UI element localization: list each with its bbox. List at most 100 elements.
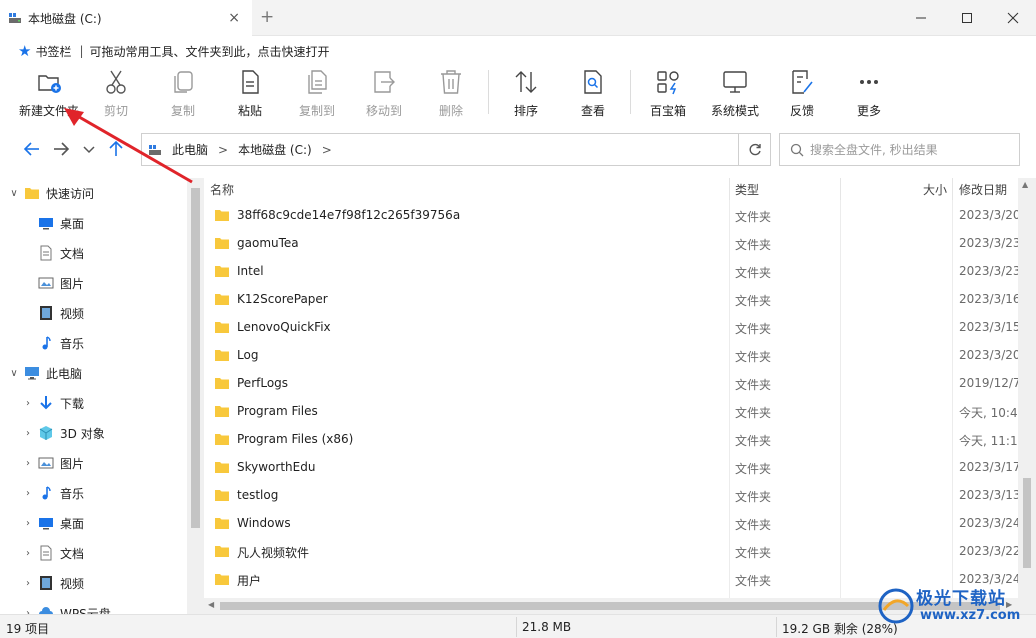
sidebar-item-pictures-pc[interactable]: › 图片 xyxy=(22,448,84,478)
sidebar-item-label: 快速访问 xyxy=(46,186,95,201)
up-button[interactable] xyxy=(106,139,126,159)
column-size[interactable]: 大小 xyxy=(923,181,947,198)
tab-close-icon[interactable]: × xyxy=(228,10,240,26)
refresh-button[interactable] xyxy=(738,134,770,165)
table-row[interactable]: 凡人视频软件 文件夹 2023/3/22 xyxy=(204,537,1036,565)
tab-local-disk-c[interactable]: 本地磁盘 (C:) × xyxy=(0,0,252,36)
table-row[interactable]: Windows 文件夹 2023/3/24 xyxy=(204,509,1036,537)
sidebar-item-3d-objects[interactable]: › 3D 对象 xyxy=(22,418,105,448)
copy-icon xyxy=(174,71,193,93)
copy-button[interactable]: 复制 xyxy=(150,68,216,120)
sidebar-item-documents[interactable]: 文档 xyxy=(22,238,84,268)
chevron-down-icon[interactable]: ∨ xyxy=(8,188,20,199)
history-dropdown[interactable] xyxy=(79,139,99,159)
bookmark-bar-label[interactable]: 书签栏 xyxy=(35,43,71,60)
file-name: PerfLogs xyxy=(237,376,289,390)
sidebar-item-documents-pc[interactable]: › 文档 xyxy=(22,538,84,568)
system-mode-button[interactable]: 系统模式 xyxy=(702,68,768,120)
table-row[interactable]: gaomuTea 文件夹 2023/3/23 xyxy=(204,229,1036,257)
file-name: Program Files xyxy=(237,404,318,418)
maximize-button[interactable] xyxy=(944,0,990,36)
table-row[interactable]: Log 文件夹 2023/3/20 xyxy=(204,341,1036,369)
delete-button[interactable]: 删除 xyxy=(418,68,484,120)
chevron-right-icon[interactable]: › xyxy=(22,458,34,469)
paste-icon xyxy=(242,70,259,94)
sort-button[interactable]: 排序 xyxy=(493,68,559,120)
table-row[interactable]: SkyworthEdu 文件夹 2023/3/17 xyxy=(204,453,1036,481)
sidebar-item-this-pc[interactable]: ∨ 此电脑 xyxy=(8,358,82,388)
delete-label: 删除 xyxy=(438,104,463,118)
file-name: LenovoQuickFix xyxy=(237,320,331,334)
scroll-up-arrow-icon[interactable]: ▲ xyxy=(1022,180,1028,189)
more-button[interactable]: 更多 xyxy=(836,68,902,120)
minimize-button[interactable] xyxy=(898,0,944,36)
chevron-right-icon[interactable]: › xyxy=(22,548,34,559)
paste-label: 粘贴 xyxy=(237,104,262,118)
folder-icon xyxy=(215,350,229,361)
breadcrumb-separator[interactable]: > xyxy=(322,143,332,157)
file-name: Windows xyxy=(237,516,291,530)
sidebar-scrollbar-thumb[interactable] xyxy=(191,188,200,528)
star-icon: ★ xyxy=(18,42,32,60)
breadcrumb-separator[interactable]: > xyxy=(218,143,228,157)
close-button[interactable] xyxy=(990,0,1036,36)
forward-button[interactable] xyxy=(51,139,71,159)
vertical-scrollbar[interactable]: ▲ xyxy=(1018,178,1036,614)
column-name[interactable]: 名称 xyxy=(210,181,234,198)
table-row[interactable]: 38ff68c9cde14e7f98f12c265f39756a 文件夹 2023/… xyxy=(204,201,1036,229)
table-row[interactable]: Program Files (x86) 文件夹 今天, 11:1 xyxy=(204,425,1036,453)
table-row[interactable]: LenovoQuickFix 文件夹 2023/3/15 xyxy=(204,313,1036,341)
sidebar-item-music[interactable]: 音乐 xyxy=(22,328,84,358)
sidebar-item-label: WPS云盘 xyxy=(60,606,111,615)
star-folder-icon xyxy=(24,185,40,201)
chevron-right-icon[interactable]: › xyxy=(22,428,34,439)
chevron-right-icon[interactable]: › xyxy=(22,488,34,499)
feedback-button[interactable]: 反馈 xyxy=(769,68,835,120)
sidebar-item-videos-pc[interactable]: › 视频 xyxy=(22,568,84,598)
breadcrumb-local-disk[interactable]: 本地磁盘 (C:) xyxy=(238,141,312,158)
scroll-left-arrow-icon[interactable]: ◀ xyxy=(208,600,214,609)
sort-label: 排序 xyxy=(513,104,538,118)
table-row[interactable]: K12ScorePaper 文件夹 2023/3/16 xyxy=(204,285,1036,313)
chevron-right-icon[interactable]: › xyxy=(22,398,34,409)
sidebar-item-music-pc[interactable]: › 音乐 xyxy=(22,478,84,508)
new-tab-icon[interactable]: + xyxy=(260,7,274,27)
sidebar-scrollbar[interactable] xyxy=(187,178,204,614)
move-to-button[interactable]: 移动到 xyxy=(351,68,417,120)
paste-button[interactable]: 粘贴 xyxy=(217,68,283,120)
chevron-right-icon[interactable]: › xyxy=(22,578,34,589)
table-row[interactable]: testlog 文件夹 2023/3/13 xyxy=(204,481,1036,509)
breadcrumb-this-pc[interactable]: 此电脑 xyxy=(172,141,208,158)
view-button[interactable]: 查看 xyxy=(560,68,626,120)
sidebar-item-downloads[interactable]: › 下载 xyxy=(22,388,84,418)
chevron-down-icon[interactable]: ∨ xyxy=(8,368,20,379)
address-bar[interactable]: 此电脑 > 本地磁盘 (C:) > xyxy=(141,133,771,166)
new-folder-button[interactable]: 新建文件夹 xyxy=(16,68,82,120)
column-modified[interactable]: 修改日期 xyxy=(959,181,1007,198)
vertical-scrollbar-thumb[interactable] xyxy=(1023,478,1031,568)
sidebar-item-wps-cloud[interactable]: › WPS云盘 xyxy=(22,598,111,614)
table-row[interactable]: Intel 文件夹 2023/3/23 xyxy=(204,257,1036,285)
column-header: ^ 名称 类型 大小 修改日期 xyxy=(204,178,1036,200)
table-row[interactable]: Program Files 文件夹 今天, 10:4 xyxy=(204,397,1036,425)
sidebar-item-desktop-pc[interactable]: › 桌面 xyxy=(22,508,84,538)
copy-to-button[interactable]: 复制到 xyxy=(284,68,350,120)
sort-icon xyxy=(515,71,537,93)
copy-label: 复制 xyxy=(170,104,195,118)
file-type: 文件夹 xyxy=(735,350,772,364)
sidebar-item-pictures[interactable]: 图片 xyxy=(22,268,84,298)
search-box[interactable] xyxy=(779,133,1020,166)
maximize-icon xyxy=(962,13,972,23)
toolbox-button[interactable]: 百宝箱 xyxy=(635,68,701,120)
sidebar-item-quick-access[interactable]: ∨ 快速访问 xyxy=(8,178,94,208)
cut-button[interactable]: 剪切 xyxy=(83,68,149,120)
table-row[interactable]: PerfLogs 文件夹 2019/12/7 xyxy=(204,369,1036,397)
column-type[interactable]: 类型 xyxy=(735,181,759,198)
back-button[interactable] xyxy=(22,139,42,159)
file-type: 文件夹 xyxy=(735,266,772,280)
search-input[interactable] xyxy=(810,142,1010,157)
sidebar-item-desktop[interactable]: 桌面 xyxy=(22,208,84,238)
folder-icon xyxy=(215,266,229,277)
sidebar-item-videos[interactable]: 视频 xyxy=(22,298,84,328)
chevron-right-icon[interactable]: › xyxy=(22,518,34,529)
